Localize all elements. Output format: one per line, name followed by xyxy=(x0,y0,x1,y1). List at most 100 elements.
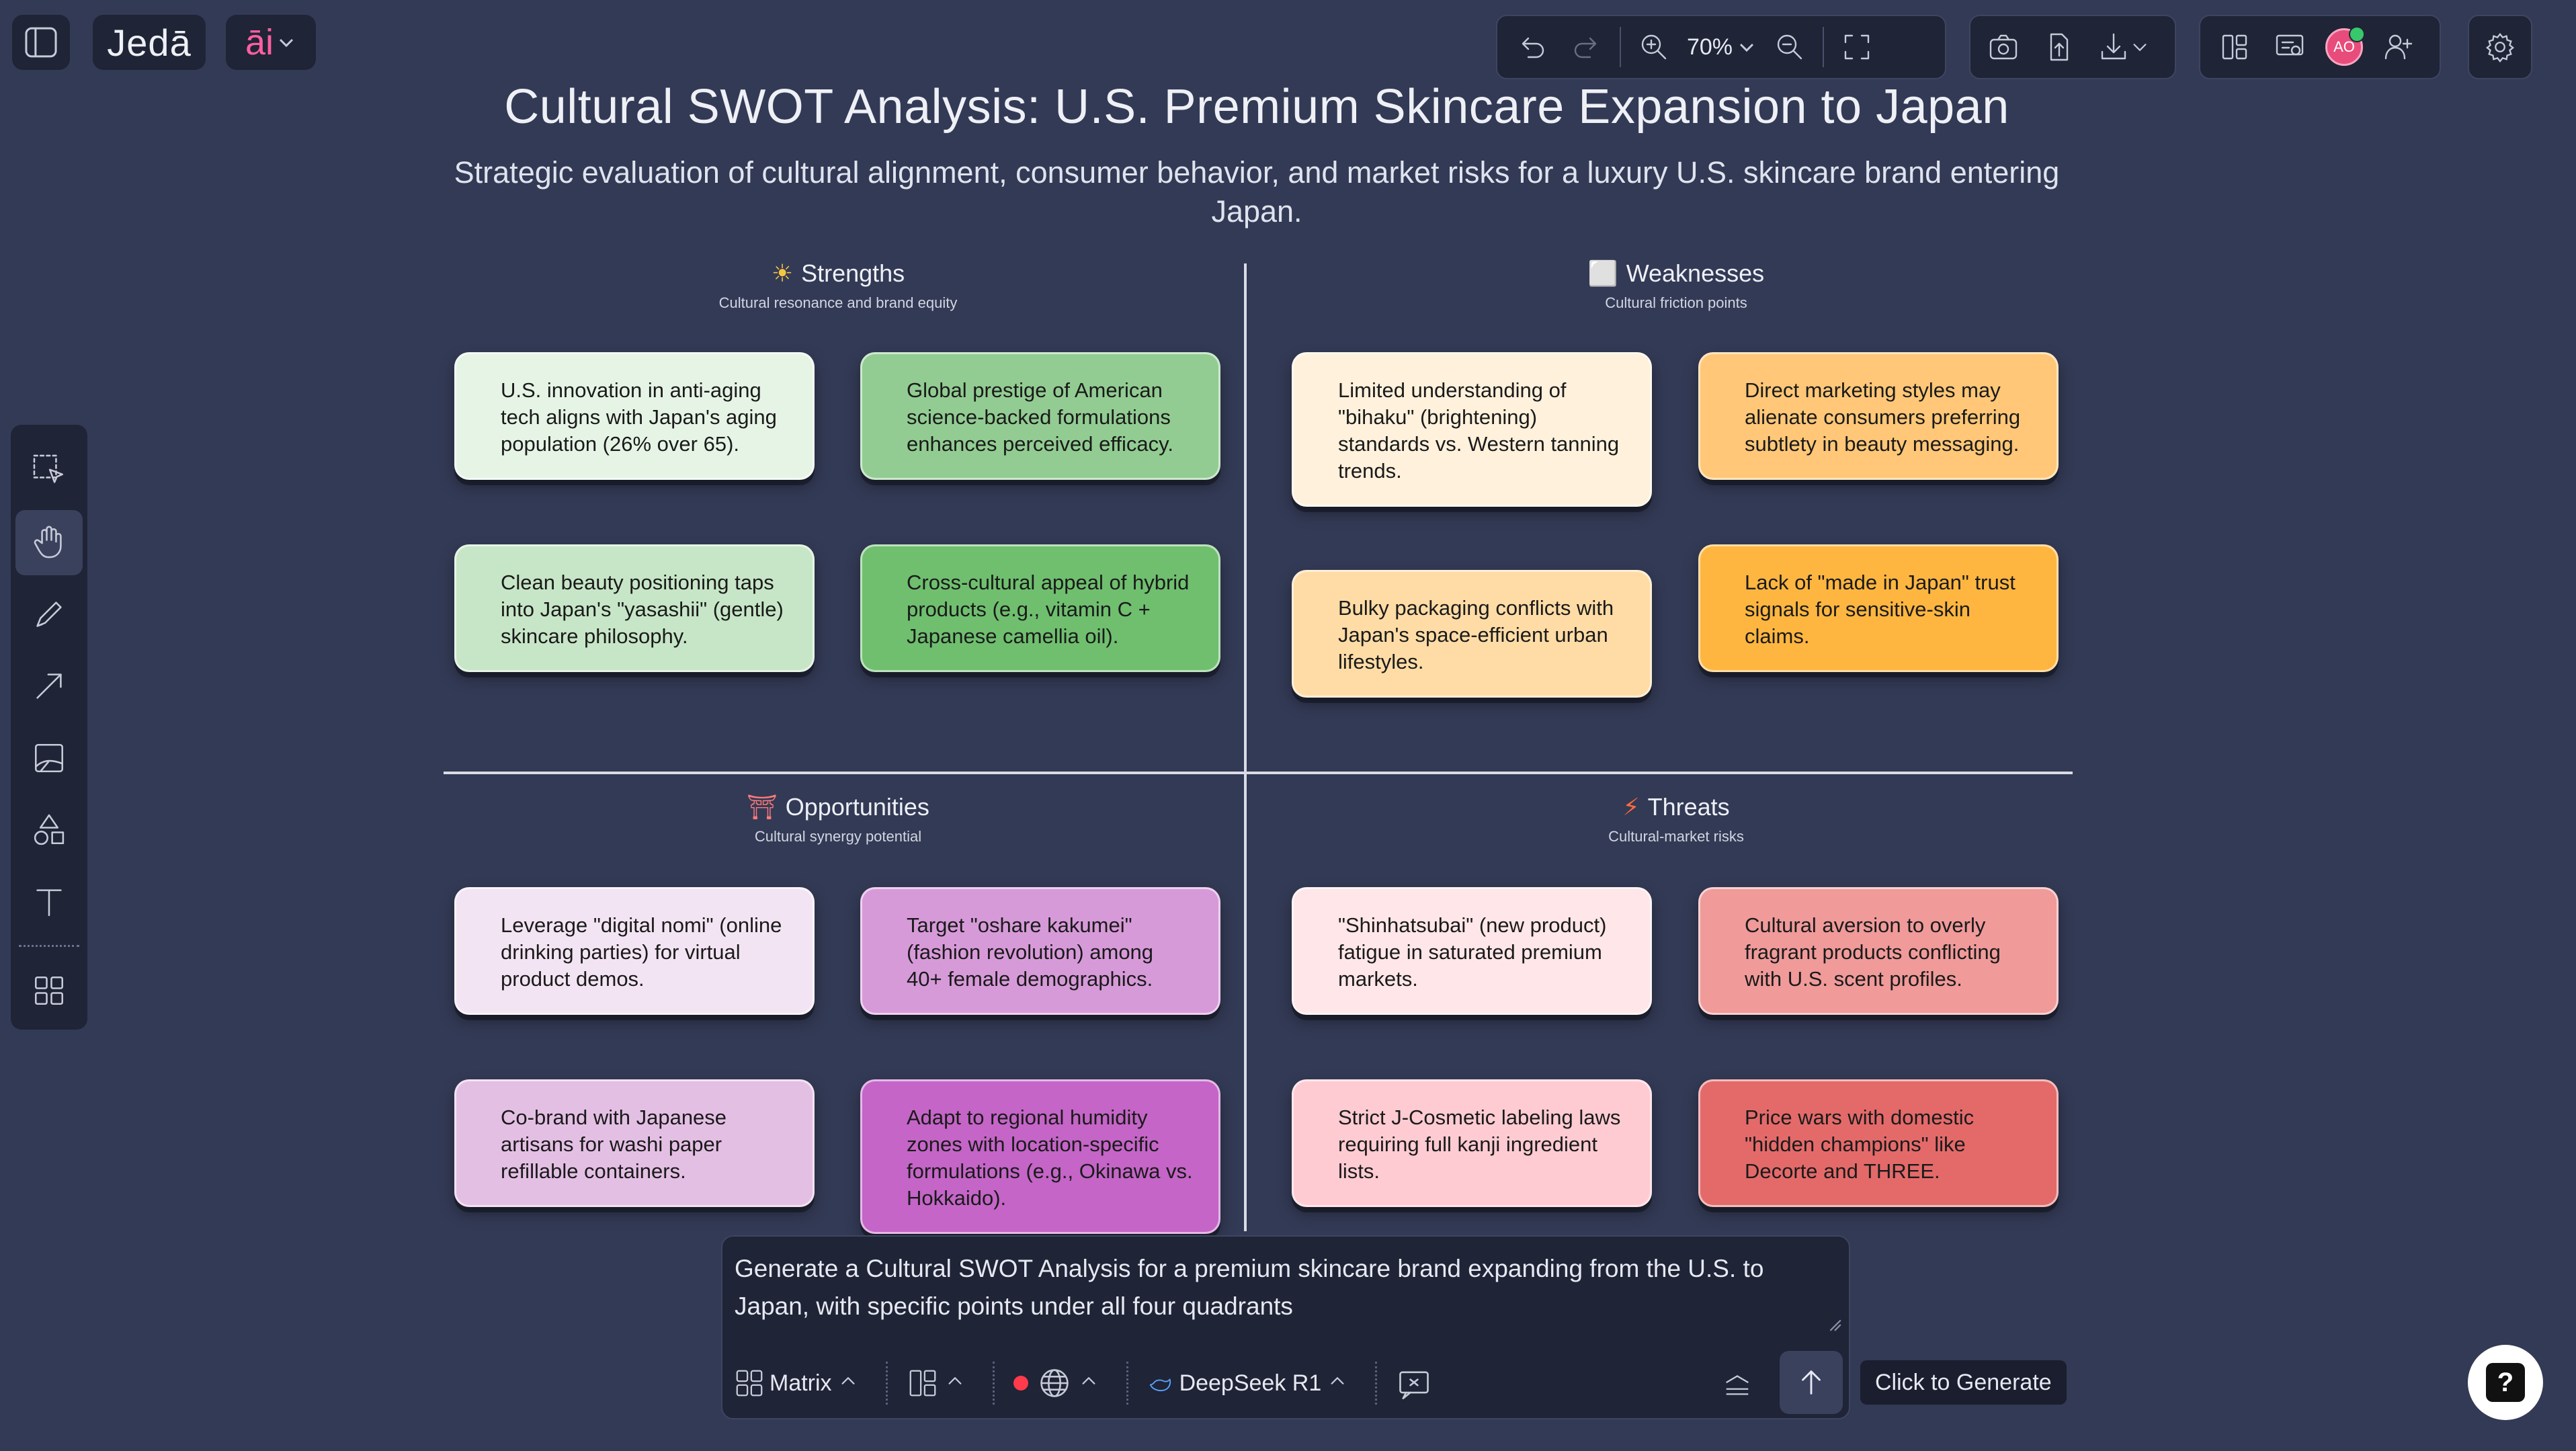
swot-card[interactable]: U.S. innovation in anti-aging tech align… xyxy=(454,352,815,480)
gear-icon xyxy=(2485,32,2515,63)
shapes-icon xyxy=(34,814,65,845)
undo-icon xyxy=(1522,37,1544,58)
context-attach-button[interactable] xyxy=(1396,1365,1432,1401)
pencil-icon xyxy=(36,602,62,627)
card-text: Price wars with domestic "hidden champio… xyxy=(1745,1106,1975,1183)
arrow-up-icon xyxy=(1802,1370,1821,1395)
quadrant-opportunities-header: ⛩ Opportunities Cultural synergy potentia… xyxy=(569,793,1107,845)
collaboration-toolbar: AO xyxy=(2199,15,2441,79)
generate-button[interactable] xyxy=(1780,1351,1843,1414)
zoom-level-label: 70% xyxy=(1686,34,1733,60)
sidebar-icon xyxy=(25,27,57,58)
layout-type-label: Matrix xyxy=(770,1370,832,1396)
arrow-icon xyxy=(36,673,62,699)
fit-screen-button[interactable] xyxy=(1829,19,1884,75)
shapes-tool-button[interactable] xyxy=(15,797,83,862)
download-dropdown[interactable] xyxy=(2086,19,2160,75)
presentation-icon xyxy=(2276,34,2304,56)
image-tool-button[interactable] xyxy=(15,726,83,791)
generate-tooltip: Click to Generate xyxy=(1860,1360,2067,1405)
swot-card[interactable]: Cultural aversion to overly fragrant pro… xyxy=(1698,887,2059,1015)
quadrant-title: ☀ Strengths xyxy=(771,259,905,287)
prompt-input[interactable]: Generate a Cultural SWOT Analysis for a … xyxy=(735,1250,1810,1325)
quadrant-title: ⚡ Threats xyxy=(1622,793,1730,821)
layout-icon xyxy=(2222,34,2247,60)
whale-icon xyxy=(1149,1378,1171,1391)
rail-divider xyxy=(19,945,79,948)
select-tool-button[interactable] xyxy=(15,438,83,503)
app-root: Jedā āi 70% AO Cultural SWOT Analysis: U… xyxy=(0,0,2576,1451)
swot-card[interactable]: Global prestige of American science-back… xyxy=(860,352,1220,480)
swot-card[interactable]: Lack of "made in Japan" trust signals fo… xyxy=(1698,544,2059,672)
toolbar-divider xyxy=(885,1362,889,1405)
layout-panel-button[interactable] xyxy=(2207,19,2262,75)
undo-button[interactable] xyxy=(1504,19,1559,75)
online-status-dot xyxy=(2349,26,2365,42)
card-text: Leverage "digital nomi" (online drinking… xyxy=(501,913,782,991)
swot-card[interactable]: Clean beauty positioning taps into Japan… xyxy=(454,544,815,672)
help-label: ? xyxy=(2497,1367,2514,1397)
select-icon xyxy=(33,455,63,484)
resize-handle-icon[interactable] xyxy=(1827,1317,1842,1332)
zoom-in-button[interactable] xyxy=(1626,19,1681,75)
add-user-button[interactable] xyxy=(2371,19,2426,75)
present-button[interactable] xyxy=(2262,19,2317,75)
hand-icon xyxy=(34,526,62,558)
share-button[interactable] xyxy=(2031,19,2086,75)
toolbar-divider xyxy=(1620,27,1621,67)
swot-card[interactable]: Bulky packaging conflicts with Japan's s… xyxy=(1292,570,1652,698)
chat-context-icon xyxy=(1399,1371,1429,1399)
card-text: Cross-cultural appeal of hybrid products… xyxy=(907,571,1190,648)
swot-subtitle: Strategic evaluation of cultural alignme… xyxy=(454,155,2060,229)
quadrant-weaknesses-header: ⬜ Weaknesses Cultural friction points xyxy=(1407,259,1945,312)
arrow-tool-button[interactable] xyxy=(15,654,83,719)
avatar-initials: AO xyxy=(2333,38,2355,55)
pen-tool-button[interactable] xyxy=(15,582,83,647)
layers-button[interactable] xyxy=(1710,1358,1764,1411)
ai-menu-button[interactable]: āi xyxy=(226,15,316,70)
panel-layout-dropdown[interactable] xyxy=(907,1367,964,1399)
quadrant-threats-header: ⚡ Threats Cultural-market risks xyxy=(1407,793,1945,845)
card-text: Global prestige of American science-back… xyxy=(907,378,1173,456)
swot-card[interactable]: Limited understanding of "bihaku" (brigh… xyxy=(1292,352,1652,507)
chevron-up-icon xyxy=(1331,1376,1344,1384)
swot-card[interactable]: Cross-cultural appeal of hybrid products… xyxy=(860,544,1220,672)
layout-type-dropdown[interactable]: Matrix xyxy=(733,1367,858,1399)
swot-card[interactable]: Co-brand with Japanese artisans for wash… xyxy=(454,1079,815,1207)
prompt-toolbar: Matrix DeepSeek R1 xyxy=(733,1356,1443,1410)
swot-card[interactable]: "Shinhatsubai" (new product) fatigue in … xyxy=(1292,887,1652,1015)
sidebar-toggle-button[interactable] xyxy=(12,15,70,70)
settings-button[interactable] xyxy=(2468,15,2532,79)
redo-button[interactable] xyxy=(1559,19,1614,75)
lightning-icon: ⚡ xyxy=(1622,793,1640,821)
swot-card[interactable]: Adapt to regional humidity zones with lo… xyxy=(860,1079,1220,1234)
swot-card[interactable]: Target "oshare kakumei" (fashion revolut… xyxy=(860,887,1220,1015)
ai-menu-label: āi xyxy=(245,22,274,63)
chevron-up-icon xyxy=(1082,1376,1095,1384)
model-selector-dropdown[interactable]: DeepSeek R1 xyxy=(1147,1370,1347,1397)
hand-tool-button[interactable] xyxy=(15,509,83,575)
text-tool-button[interactable] xyxy=(15,869,83,934)
chevron-down-icon xyxy=(1739,43,1754,52)
templates-tool-button[interactable] xyxy=(15,958,83,1023)
record-dot-icon xyxy=(1013,1376,1028,1391)
swot-card[interactable]: Direct marketing styles may alienate con… xyxy=(1698,352,2059,480)
text-icon xyxy=(36,889,62,916)
grid-icon xyxy=(35,976,63,1005)
swot-card[interactable]: Leverage "digital nomi" (online drinking… xyxy=(454,887,815,1015)
swot-title: Cultural SWOT Analysis: U.S. Premium Ski… xyxy=(504,80,2009,134)
zoom-in-icon xyxy=(1641,34,1667,60)
chevron-up-icon xyxy=(948,1376,962,1384)
swot-card[interactable]: Price wars with domestic "hidden champio… xyxy=(1698,1079,2059,1207)
web-search-dropdown[interactable] xyxy=(1013,1365,1098,1401)
swot-card[interactable]: Strict J-Cosmetic labeling laws requirin… xyxy=(1292,1079,1652,1207)
card-text: Co-brand with Japanese artisans for wash… xyxy=(501,1106,727,1183)
zoom-out-button[interactable] xyxy=(1762,19,1817,75)
app-logo[interactable]: Jedā xyxy=(93,15,206,70)
shrine-icon: ⛩ xyxy=(747,793,778,821)
screenshot-button[interactable] xyxy=(1976,19,2031,75)
user-avatar[interactable]: AO xyxy=(2325,26,2365,66)
quadrant-subtitle: Cultural friction points xyxy=(1605,294,1747,311)
help-button[interactable]: ? xyxy=(2468,1345,2543,1420)
zoom-level-dropdown[interactable]: 70% xyxy=(1681,34,1762,60)
